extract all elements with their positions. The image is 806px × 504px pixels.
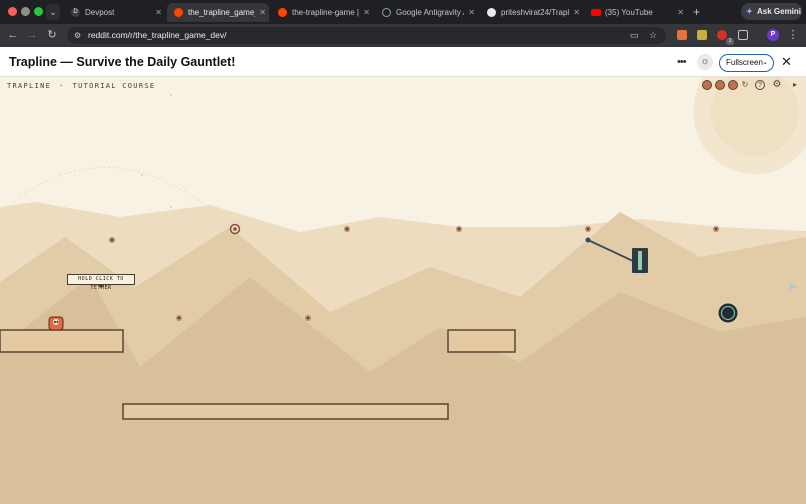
tab-close-icon[interactable]: ✕ [573,3,580,22]
browser-tab-reddit-active[interactable]: the_trapline_game_ ✕ [167,3,269,22]
dust-particle [141,174,143,176]
tab-title: the_trapline_game_ [188,8,255,17]
tab-title: (35) YouTube [605,8,653,17]
profile-avatar[interactable]: P [767,29,779,41]
anchor-point [585,226,591,232]
tab-title: priteshvirat24/Trapli [501,8,569,17]
forward-arrow-icon[interactable]: → [25,27,39,43]
game-brand: TRAPLINE [7,82,52,90]
browser-tab-trapline[interactable]: the-trapline-game | ✕ [271,3,373,22]
coin-icon [702,80,712,90]
devpost-favicon-icon: D [71,8,80,17]
fullscreen-label: Fullscreen [726,58,763,67]
globe-icon [382,8,391,17]
browser-tab-antigravity[interactable]: Google Antigravity / ✕ [375,3,478,22]
restart-icon[interactable]: ↻ [740,80,750,90]
reddit-favicon-icon [174,8,183,17]
course-title: TRAPLINE · TUTORIAL COURSE [7,82,155,90]
tab-search-chevron-icon[interactable]: ⌄ [46,4,60,20]
tab-close-icon[interactable]: ✕ [259,3,266,22]
app-header: Trapline — Survive the Daily Gauntlet! •… [0,47,806,77]
coin-icon [715,80,725,90]
tether-anchor [585,237,591,243]
github-icon [487,8,496,17]
course-label: TUTORIAL COURSE [72,82,156,90]
platform-lower [122,403,449,420]
platform-mid [447,329,516,353]
new-tab-button[interactable]: + [693,3,700,22]
anchor-point [109,237,115,243]
extension-icon[interactable] [697,30,707,40]
ask-gemini-button[interactable]: ✦ Ask Gemini [741,3,802,20]
url-text: reddit.com/r/the_trapline_game_dev/ [88,30,227,40]
browser-tab-youtube[interactable]: (35) YouTube ✕ [584,3,687,22]
reload-icon[interactable]: ↻ [45,27,59,43]
anchor-point [344,226,350,232]
browser-toolbar: ← → ↻ ⚙ reddit.com/r/the_trapline_game_d… [0,24,806,47]
anchor-point-center [233,227,237,231]
browser-tab-github[interactable]: priteshvirat24/Trapli ✕ [480,3,583,22]
anchor-point [713,226,719,232]
window-zoom-button[interactable] [34,7,43,16]
window-minimize-button[interactable] [21,7,30,16]
brightness-icon[interactable]: ☼ [697,54,713,70]
extension-icon[interactable] [677,30,687,40]
youtube-icon [591,9,601,16]
tether-hint-tooltip: HOLD CLICK TO TETHER [67,274,135,291]
tab-title: the-trapline-game | [292,8,359,17]
platform-start [0,329,124,353]
extension-badge: 1 [726,38,734,45]
app-title: Trapline — Survive the Daily Gauntlet! [9,55,236,69]
cast-screen-icon[interactable]: ▭ [630,27,639,44]
address-bar[interactable]: ⚙ reddit.com/r/the_trapline_game_dev/ ▭ … [67,27,666,44]
tab-title: Google Antigravity / [396,8,464,17]
swinging-block-stripe [638,251,642,270]
tab-close-icon[interactable]: ✕ [468,3,475,22]
help-icon[interactable]: ? [755,80,765,90]
site-settings-icon[interactable]: ⚙ [74,27,81,44]
browser-tab-devpost[interactable]: D Devpost ✕ [64,3,165,22]
tab-close-icon[interactable]: ✕ [155,3,162,22]
player-character [48,316,64,331]
dust-particle [170,206,172,208]
game-canvas[interactable]: TRAPLINE · TUTORIAL COURSE ↻ ? ⚙ ▸ HOLD CL… [0,77,806,504]
gemini-sparkle-icon: ✦ [746,7,753,16]
window-close-button[interactable] [8,7,17,16]
chevron-down-icon: ⌄ [762,59,768,66]
anchor-point [456,226,462,232]
anchor-point [176,315,182,321]
anchor-point [305,315,311,321]
more-options-icon[interactable]: ••• [677,47,687,77]
extensions-puzzle-icon[interactable] [738,30,748,40]
back-arrow-icon[interactable]: ← [6,27,20,43]
tab-close-icon[interactable]: ✕ [363,3,370,22]
bookmark-star-icon[interactable]: ☆ [649,27,657,44]
coin-icon [728,80,738,90]
browser-menu-icon[interactable]: ⋮ [786,27,800,43]
tab-title: Devpost [85,8,115,17]
ask-gemini-label: Ask Gemini [757,7,802,16]
tab-close-icon[interactable]: ✕ [677,3,684,22]
reddit-favicon-icon [278,8,287,17]
sound-toggle-icon[interactable]: ▸ [790,80,800,90]
close-icon[interactable]: ✕ [781,47,792,77]
browser-tab-strip: ⌄ D Devpost ✕ the_trapline_game_ ✕ the-t… [0,0,806,24]
game-scene [0,77,806,504]
settings-gear-icon[interactable]: ⚙ [772,80,782,90]
separator-dot: · [59,82,65,90]
fullscreen-dropdown[interactable]: Fullscreen ⌄ [719,54,774,72]
dust-particle [170,94,172,96]
